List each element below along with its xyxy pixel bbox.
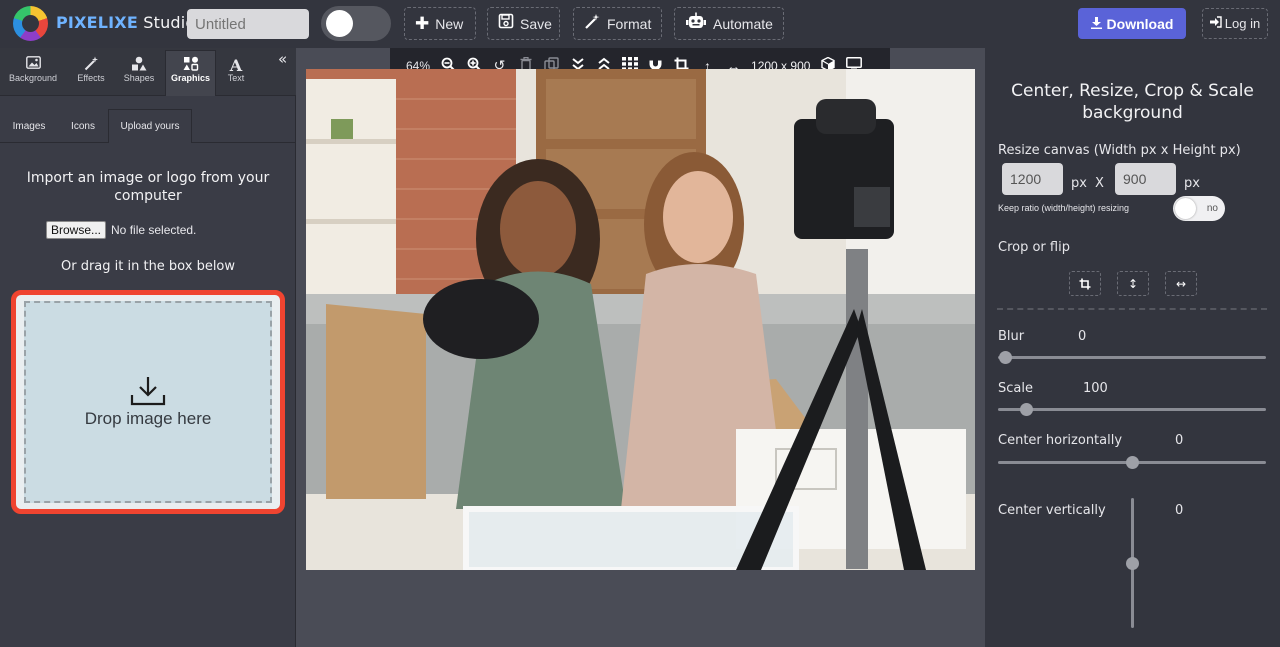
blur-slider-track[interactable] <box>998 356 1266 359</box>
keep-ratio-label: Keep ratio (width/height) resizing <box>998 203 1130 213</box>
tab-upload-yours[interactable]: Upload yours <box>108 109 192 143</box>
flip-vertical-button[interactable]: ↕ <box>1117 271 1149 296</box>
plus-icon: ✚ <box>415 13 430 33</box>
pixelixe-logo-icon[interactable] <box>13 6 48 41</box>
panel-title: Center, Resize, Crop & Scale background <box>1011 81 1254 123</box>
canvas-width-input[interactable] <box>1002 163 1063 195</box>
tab-effects-label: Effects <box>77 73 105 83</box>
download-label: Download <box>1106 15 1174 32</box>
scale-label: Scale <box>998 381 1033 396</box>
left-panel: Background Effects Shapes Graphics A Tex… <box>0 48 296 647</box>
theme-toggle[interactable] <box>321 6 391 41</box>
magic-wand-icon <box>584 13 601 35</box>
automate-label: Automate <box>713 15 773 32</box>
crop-flip-label: Crop or flip <box>998 240 1070 255</box>
vertical-arrows-icon: ↕ <box>1127 276 1139 291</box>
tab-background-label: Background <box>8 73 58 83</box>
no-file-text: No file selected. <box>111 223 197 237</box>
brand-name: PIXELIXE <box>56 13 138 32</box>
center-horizontally-slider-thumb[interactable] <box>1126 456 1139 469</box>
resize-canvas-label: Resize canvas (Width px x Height px) <box>998 143 1241 158</box>
login-button[interactable]: Log in <box>1202 8 1268 39</box>
drop-label: Drop image here <box>84 409 212 428</box>
sign-in-icon <box>1209 16 1222 31</box>
flip-horizontal-button[interactable]: ↔ <box>1165 271 1197 296</box>
drag-instructions: Or drag it in the box below <box>60 259 236 274</box>
crop-icon <box>1079 278 1091 289</box>
tab-background[interactable]: Background <box>2 51 64 95</box>
right-panel: Center, Resize, Crop & Scale background … <box>985 48 1280 647</box>
shapes-icon <box>116 56 162 73</box>
tab-shapes-label: Shapes <box>123 73 155 83</box>
blur-slider-thumb[interactable] <box>999 351 1012 364</box>
document-title-input[interactable] <box>187 9 309 39</box>
format-label: Format <box>607 15 652 32</box>
scale-slider-thumb[interactable] <box>1020 403 1033 416</box>
collapse-panel-icon[interactable]: « <box>278 50 287 68</box>
tab-images[interactable]: Images <box>0 109 58 143</box>
center-vertically-slider-thumb[interactable] <box>1126 557 1139 570</box>
download-icon <box>1090 16 1102 32</box>
x-separator: X <box>1095 176 1104 191</box>
crop-button[interactable] <box>1069 271 1101 296</box>
image-icon <box>2 56 64 73</box>
tab-graphics[interactable]: Graphics <box>165 50 216 96</box>
scale-slider-track[interactable] <box>998 408 1266 411</box>
center-horizontally-label: Center horizontally <box>998 433 1123 448</box>
keep-ratio-state: no <box>1206 203 1218 214</box>
separator <box>997 308 1267 310</box>
save-button[interactable]: Save <box>487 7 560 40</box>
brand-title: PIXELIXE Studio <box>56 13 195 32</box>
top-bar: PIXELIXE Studio ✚ New Save Format Automa… <box>0 0 1280 48</box>
tab-shapes[interactable]: Shapes <box>116 51 162 95</box>
floppy-disk-icon <box>498 13 514 34</box>
robot-icon <box>685 12 707 35</box>
save-label: Save <box>520 15 552 32</box>
import-instructions: Import an image or logo from your comput… <box>26 170 270 204</box>
tab-effects[interactable]: Effects <box>66 51 116 95</box>
tab-icons[interactable]: Icons <box>58 109 108 143</box>
login-label: Log in <box>1224 16 1261 31</box>
px-unit-label: px <box>1184 176 1200 191</box>
graphics-icon <box>166 56 215 73</box>
center-horizontally-value: 0 <box>1175 433 1184 448</box>
magic-wand-icon <box>66 56 116 73</box>
drop-zone-inner[interactable]: Drop image here <box>24 301 272 503</box>
tab-graphics-label: Graphics <box>170 73 210 83</box>
format-button[interactable]: Format <box>573 7 662 40</box>
text-icon: A <box>229 56 243 75</box>
new-label: New <box>435 15 464 32</box>
center-vertically-label: Center vertically <box>998 503 1106 518</box>
tab-text[interactable]: A Text <box>220 51 252 95</box>
blur-value: 0 <box>1078 329 1087 344</box>
px-unit-label: px <box>1071 176 1087 191</box>
tab-text-label: Text <box>227 73 245 83</box>
browse-button[interactable]: Browse... <box>46 221 107 239</box>
download-button[interactable]: Download <box>1078 8 1186 39</box>
blur-label: Blur <box>998 329 1025 344</box>
new-button[interactable]: ✚ New <box>404 7 476 40</box>
drop-zone[interactable]: Drop image here <box>11 290 285 514</box>
sub-tabs: Images Icons Upload yours <box>0 109 296 143</box>
keep-ratio-toggle[interactable]: no <box>1173 196 1225 221</box>
automate-button[interactable]: Automate <box>674 7 784 40</box>
horizontal-arrows-icon: ↔ <box>1175 276 1187 291</box>
scale-value: 100 <box>1083 381 1108 396</box>
center-vertically-value: 0 <box>1175 503 1184 518</box>
canvas-height-input[interactable] <box>1115 163 1176 195</box>
photo-illustration <box>306 69 975 570</box>
file-picker: Browse... No file selected. <box>46 221 196 239</box>
download-tray-icon <box>130 377 166 406</box>
toggle-knob <box>326 10 353 37</box>
canvas-background-photo[interactable] <box>306 69 975 570</box>
category-tabs: Background Effects Shapes Graphics A Tex… <box>0 48 296 96</box>
